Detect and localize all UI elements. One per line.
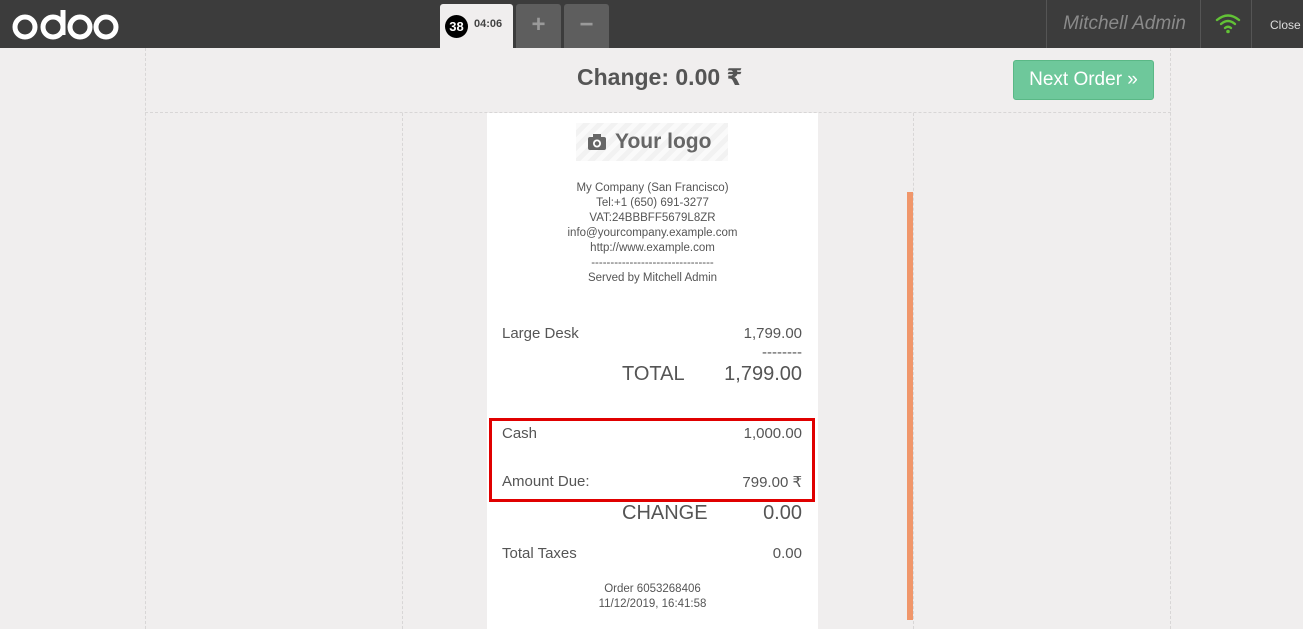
served-by: Served by Mitchell Admin (587, 272, 718, 284)
company-website: http://www.example.com (590, 242, 715, 254)
total-taxes-label: Total Taxes (502, 545, 577, 562)
top-bar: 38 04:06 + − Mitchell Admin Close (0, 0, 1303, 48)
receipt: Your logo My Company (San Francisco) Tel… (487, 113, 818, 629)
total-taxes-value: 0.00 (772, 545, 802, 562)
next-order-button[interactable]: Next Order » (1013, 60, 1154, 100)
order-tab[interactable]: 38 04:06 (440, 4, 513, 48)
subtotal-separator: -------- (762, 344, 802, 361)
new-order-button[interactable]: + (516, 4, 561, 48)
header-separator: -------------------------------- (591, 257, 714, 269)
order-time: 04:06 (474, 18, 503, 30)
order-line-product: Large Desk (502, 325, 579, 342)
divider (402, 113, 403, 629)
order-date: 11/12/2019, 16:41:58 (598, 598, 707, 610)
logo-text: Your logo (615, 130, 712, 153)
user-area[interactable]: Mitchell Admin (1046, 0, 1201, 48)
company-name: My Company (San Francisco) (576, 182, 729, 194)
cashier-name: Mitchell Admin (1063, 13, 1186, 34)
total-label: TOTAL (622, 363, 685, 385)
order-reference: Order 6053268406 (604, 583, 701, 595)
order-line-price: 1,799.00 (743, 325, 802, 342)
scrollbar[interactable] (907, 192, 913, 620)
order-sequence-badge: 38 (445, 15, 468, 38)
odoo-logo (12, 10, 119, 40)
close-label: Close (1270, 18, 1301, 32)
company-email: info@yourcompany.example.com (567, 227, 738, 239)
delete-order-button[interactable]: − (564, 4, 609, 48)
close-button[interactable]: Close (1251, 0, 1303, 48)
change-label: CHANGE (622, 502, 708, 524)
wifi-icon[interactable] (1215, 12, 1241, 34)
camera-icon (588, 134, 606, 150)
divider (913, 113, 914, 629)
change-value: 0.00 (763, 502, 802, 524)
highlight-box (489, 418, 815, 502)
total-value: 1,799.00 (724, 363, 802, 385)
company-phone: Tel:+1 (650) 691-3277 (596, 197, 709, 209)
company-vat: VAT:24BBBFF5679L8ZR (589, 212, 716, 224)
change-title: Change: 0.00 ₹ (577, 64, 743, 90)
